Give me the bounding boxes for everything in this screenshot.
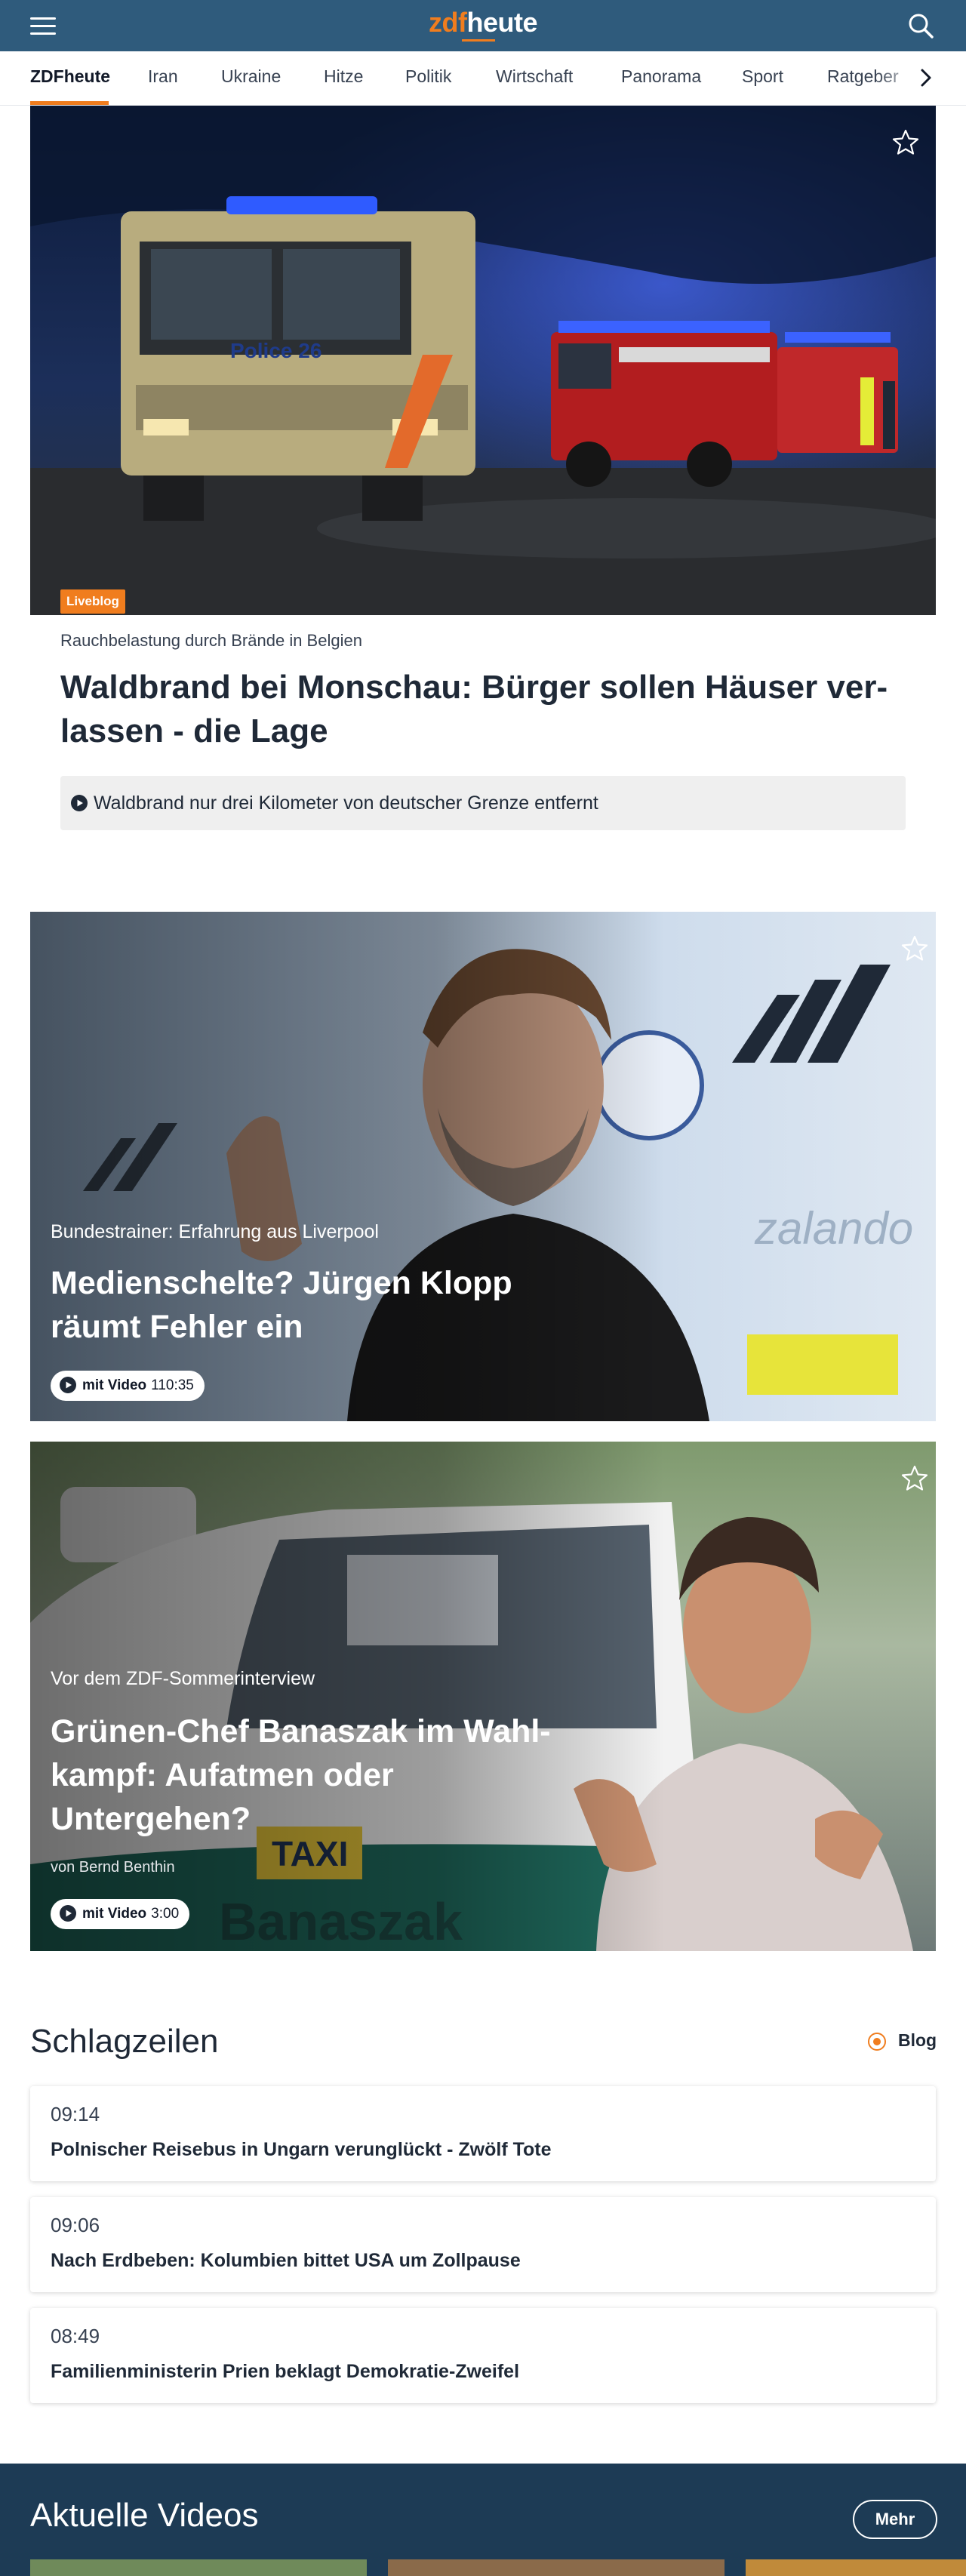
nav-item-sport[interactable]: Sport <box>742 51 783 105</box>
logo-zdf: zdf <box>429 7 467 38</box>
zdfheute-logo[interactable]: zdfheute <box>0 8 966 38</box>
bookmark-star-icon[interactable] <box>901 1464 928 1491</box>
play-icon <box>60 1905 76 1922</box>
blog-indicator-icon <box>868 2033 886 2051</box>
video-duration: 110:35 <box>151 1377 194 1393</box>
nav-item-wirtschaft[interactable]: Wirtschaft <box>496 51 573 105</box>
video-badge[interactable]: mit Video 3:00 <box>51 1899 190 1929</box>
nav-item-politik[interactable]: Politik <box>405 51 451 105</box>
videos-section: Aktuelle Videos Mehr <box>0 2464 966 2576</box>
video-badge[interactable]: mit Video 110:35 <box>51 1371 205 1401</box>
top-bar: zdfheute <box>0 0 966 51</box>
video-duration: 3:00 <box>151 1906 180 1922</box>
category-nav: ZDFheute Iran Ukraine Hitze Politik Wirt… <box>0 51 966 106</box>
headline-item[interactable]: 08:49 Familienministerin Prien beklagt D… <box>30 2308 936 2403</box>
search-icon[interactable] <box>906 11 936 41</box>
teaser-title[interactable]: Grünen-Chef Banaszak im Wahl-kampf: Aufa… <box>51 1710 579 1841</box>
hero-scene: Police 26 <box>30 106 936 615</box>
video-thumbnail[interactable] <box>30 2559 367 2576</box>
blog-legend-label: Blog <box>898 2030 937 2050</box>
headline-title: Familienministerin Prien beklagt Demokra… <box>51 2361 520 2382</box>
play-icon <box>71 795 88 811</box>
headline-item[interactable]: 09:14 Polnischer Reisebus in Ungarn veru… <box>30 2086 936 2181</box>
hero-related-text: Waldbrand nur drei Kilometer von deutsch… <box>94 792 598 814</box>
nav-item-panorama[interactable]: Panorama <box>621 51 701 105</box>
teaser-kicker: Vor dem ZDF-Sommerinterview <box>51 1668 315 1689</box>
headline-time: 09:06 <box>51 2214 100 2236</box>
logo-accent-line <box>462 39 495 42</box>
hero-title[interactable]: Waldbrand bei Monschau: Bürger sollen Hä… <box>60 666 906 753</box>
headline-title: Nach Erdbeben: Kolumbien bittet USA um Z… <box>51 2250 521 2271</box>
video-thumbnail[interactable] <box>388 2559 724 2576</box>
bookmark-star-icon[interactable] <box>901 934 928 962</box>
headline-time: 09:14 <box>51 2103 100 2125</box>
nav-item-iran[interactable]: Iran <box>148 51 178 105</box>
teaser-card-klopp[interactable]: zalando Bundestrainer: Erfahrung aus Liv… <box>30 912 936 1421</box>
nav-item-hitze[interactable]: Hitze <box>324 51 363 105</box>
bookmark-star-icon[interactable] <box>892 128 919 155</box>
video-label: mit Video <box>82 1377 147 1393</box>
headline-time: 08:49 <box>51 2325 100 2347</box>
nav-item-ukraine[interactable]: Ukraine <box>221 51 281 105</box>
teaser-title[interactable]: Medienschelte? Jürgen Klopp räumt Fehler… <box>51 1261 564 1349</box>
liveblog-badge: Liveblog <box>60 589 125 614</box>
headline-item[interactable]: 09:06 Nach Erdbeben: Kolumbien bittet US… <box>30 2197 936 2292</box>
teaser-card-banaszak[interactable]: TAXI Banaszak Vor dem ZDF-Sommerintervie… <box>30 1442 936 1951</box>
teaser-author: von Bernd Benthin <box>51 1859 175 1876</box>
nav-active-indicator <box>30 101 109 105</box>
headlines-title: Schlagzeilen <box>30 2023 219 2060</box>
nav-item-zdfheute[interactable]: ZDFheute <box>30 51 110 105</box>
videos-title: Aktuelle Videos <box>30 2497 259 2534</box>
video-thumbnail[interactable] <box>746 2559 966 2576</box>
headline-title: Polnischer Reisebus in Ungarn verunglück… <box>51 2139 552 2160</box>
chevron-right-icon[interactable] <box>913 65 939 91</box>
more-videos-button[interactable]: Mehr <box>853 2500 937 2539</box>
hero-related-link[interactable]: Waldbrand nur drei Kilometer von deutsch… <box>60 776 906 830</box>
hero-kicker: Rauchbelastung durch Brände in Belgien <box>60 631 362 650</box>
play-icon <box>60 1377 76 1393</box>
logo-heute: heute <box>466 7 537 38</box>
teaser-kicker: Bundestrainer: Erfahrung aus Liverpool <box>51 1221 379 1242</box>
video-label: mit Video <box>82 1906 147 1922</box>
hero-image[interactable]: Police 26 <box>30 106 936 615</box>
hero-image-text: Police 26 <box>230 339 321 362</box>
